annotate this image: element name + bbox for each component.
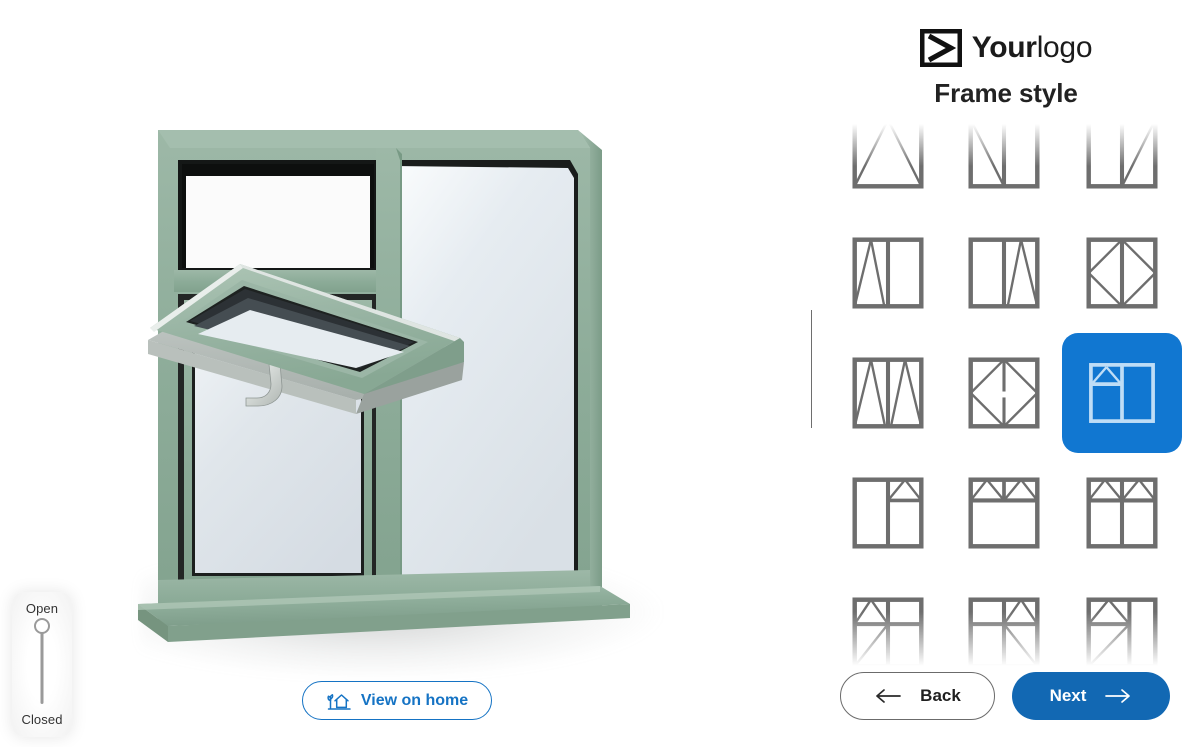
slider-thumb[interactable] [34,618,50,634]
frame-style-option-10[interactable] [832,453,944,573]
quad-vent-right-diag-icon [967,596,1041,666]
slider-closed-label: Closed [21,712,63,727]
brand-logo: Yourlogo [812,0,1200,67]
frame-style-pane: Yourlogo Frame style Back Next [812,0,1200,747]
frame-style-option-6[interactable] [1066,213,1178,333]
view-on-home-label: View on home [360,691,469,709]
next-button[interactable]: Next [1012,672,1170,720]
frame-style-option-14[interactable] [948,573,1060,666]
double-diamond-icon [1085,236,1159,310]
product-preview-pane: Open Closed View on home [0,0,812,747]
slider-open-label: Open [25,601,59,616]
left-full-right-top-vent-icon [851,476,925,550]
two-pane-left-vee-icon [851,236,925,310]
frame-style-grid-scroll[interactable] [830,124,1182,666]
two-pane-double-vee-icon [851,356,925,430]
open-closed-slider[interactable]: Open Closed [12,592,72,737]
frame-style-option-2[interactable] [948,124,1060,213]
two-pane-right-vee-icon [967,236,1041,310]
frame-style-option-9[interactable] [1062,333,1182,453]
window-configurator-app: Open Closed View on home Yourlogo Frame … [0,0,1200,747]
frame-style-option-1[interactable] [832,124,944,213]
full-triangle-icon [851,124,925,190]
arrow-right-icon [1104,688,1132,704]
two-top-vents-one-bottom-icon [967,476,1041,550]
brand-name: Yourlogo [971,31,1093,65]
pane-divider [811,310,812,428]
diamond-with-bar-icon [967,356,1041,430]
next-button-label: Next [1049,686,1087,705]
page-title: Frame style [934,78,1078,108]
left-top-vent-right-full-icon [1085,356,1159,430]
window-illustration [138,130,630,642]
footer-nav: Back Next [840,672,1170,720]
view-on-home-button[interactable]: View on home [302,681,492,720]
quad-vent-left-diag-icon [851,596,925,666]
frame-style-grid [830,124,1182,666]
two-pane-left-diag-icon [967,124,1041,190]
two-top-vents-two-bottom-icon [1085,476,1159,550]
frame-style-option-5[interactable] [948,213,1060,333]
window-3d-render [130,118,660,678]
frame-style-option-8[interactable] [948,333,1060,453]
slider-track-wrap[interactable] [32,616,52,712]
narrow-left-vent-diag-icon [1085,596,1159,666]
arrow-left-icon [874,688,902,704]
frame-style-option-13[interactable] [832,573,944,666]
brand-name-light: logo [1036,31,1093,64]
house-with-plant-icon [326,691,352,710]
frame-style-option-15[interactable] [1066,573,1178,666]
two-pane-right-diag-icon [1085,124,1159,190]
back-button-label: Back [920,686,961,705]
frame-style-option-4[interactable] [832,213,944,333]
frame-style-option-11[interactable] [948,453,1060,573]
back-button[interactable]: Back [840,672,995,720]
frame-style-option-12[interactable] [1066,453,1178,573]
chevron-square-logo-icon [919,29,962,67]
frame-style-option-7[interactable] [832,333,944,453]
slider-track[interactable] [40,632,44,704]
frame-style-option-3[interactable] [1066,124,1178,213]
brand-name-bold: Your [971,31,1037,64]
